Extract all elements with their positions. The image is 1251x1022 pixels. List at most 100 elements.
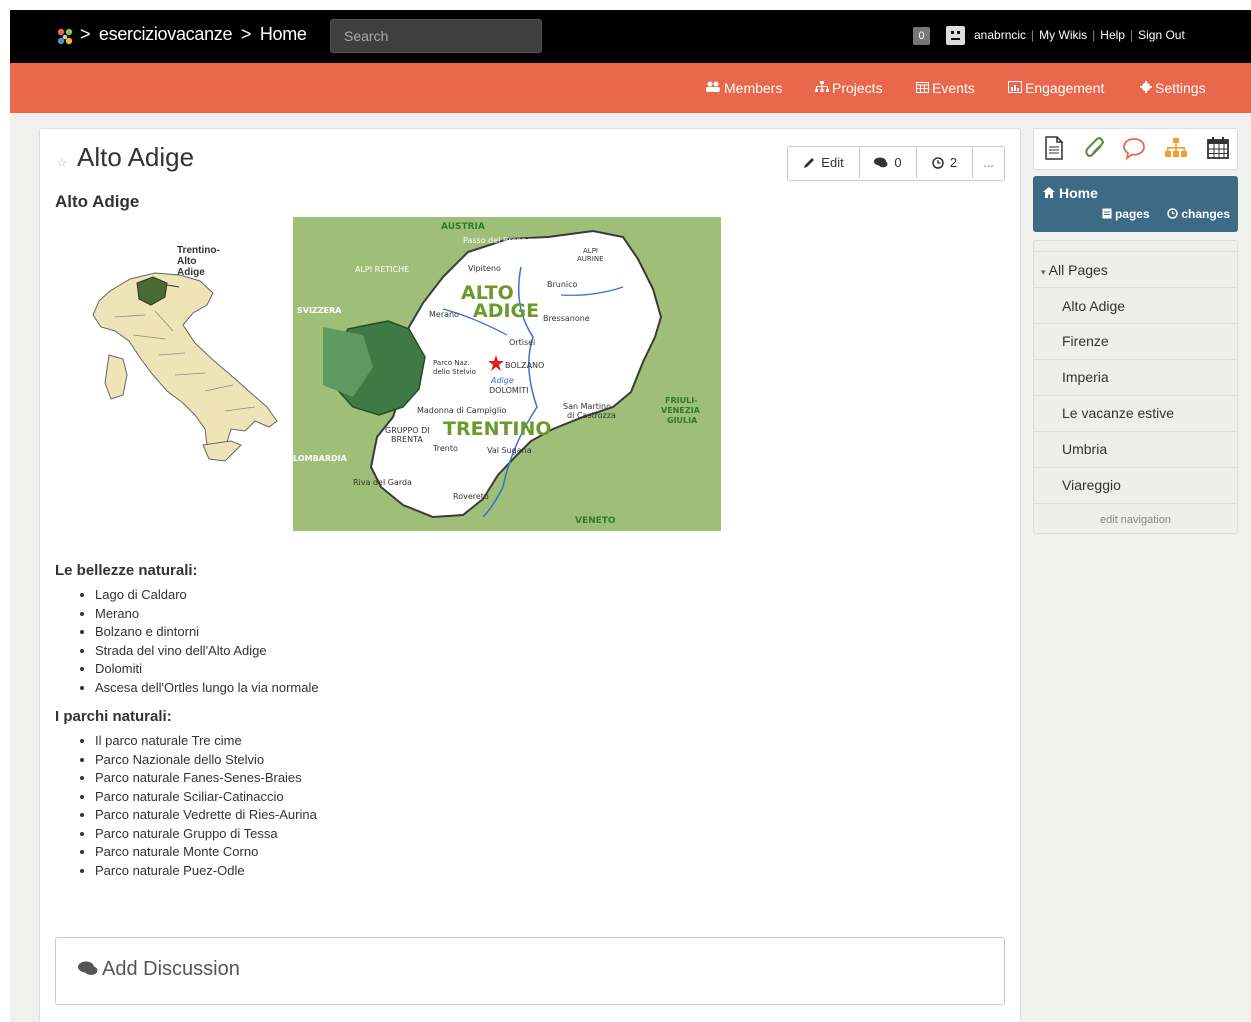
sidebar-item-firenze[interactable]: Firenze — [1034, 323, 1237, 359]
map-label: Passo del Brennero — [463, 236, 540, 245]
home-box: Home pages changes — [1033, 176, 1238, 232]
sitemap-icon — [815, 81, 829, 96]
add-discussion-text: Add Discussion — [102, 958, 240, 980]
all-pages-toggle[interactable]: ▾ All Pages — [1034, 251, 1237, 287]
sign-out-link[interactable]: Sign Out — [1138, 28, 1185, 42]
page-title: Alto Adige — [77, 142, 195, 172]
username-link[interactable]: anabrncic — [974, 28, 1026, 42]
calendar-icon[interactable] — [1206, 136, 1230, 160]
add-discussion-label: Add Discussion — [78, 958, 240, 981]
pencil-icon — [804, 157, 815, 168]
section-heading: I parchi naturali: — [55, 708, 172, 725]
star-icon[interactable]: ☆ — [56, 155, 68, 171]
more-label: ... — [983, 155, 994, 170]
nav-members[interactable]: Members — [705, 80, 782, 96]
edit-button-label: Edit — [821, 155, 844, 170]
nav-projects[interactable]: Projects — [815, 80, 883, 96]
map-label: SVIZZERA — [297, 306, 342, 315]
clock-icon — [932, 156, 944, 169]
calendar-icon — [916, 81, 929, 96]
list-item: Parco naturale Sciliar-Catinaccio — [95, 788, 317, 807]
chart-icon — [1008, 81, 1022, 96]
map-label: dello Stelvio — [433, 368, 476, 376]
list-item: Bolzano e dintorni — [95, 623, 319, 642]
comments-icon — [78, 961, 98, 975]
sidebar-item-imperia[interactable]: Imperia — [1034, 359, 1237, 395]
italy-map-label: Trentino-Alto Adige — [177, 245, 220, 278]
sidebar-item-le-vacanze-estive[interactable]: Le vacanze estive — [1034, 395, 1237, 431]
home-link[interactable]: Home — [1043, 185, 1098, 201]
page-content: ☆ Alto Adige Edit 0 2 ... Alto Adige Tre… — [39, 128, 1021, 1022]
user-links: anabrncic | My Wikis | Help | Sign Out — [974, 28, 1185, 42]
sidebar-item-alto-adige[interactable]: Alto Adige — [1034, 287, 1237, 323]
map-label: Val Sugana — [487, 446, 532, 455]
list-natural-beauties: Lago di Caldaro Merano Bolzano e dintorn… — [55, 586, 319, 697]
add-discussion-button[interactable]: Add Discussion — [55, 937, 1005, 1005]
map-label: ALPI — [583, 247, 598, 255]
map-label: Ortisei — [509, 338, 535, 347]
pinwheel-logo[interactable] — [54, 26, 76, 48]
caret-down-icon: ▾ — [1041, 267, 1046, 277]
notification-badge[interactable]: 0 — [913, 27, 930, 45]
history-count: 2 — [949, 155, 958, 170]
paperclip-icon[interactable] — [1084, 136, 1106, 160]
history-button[interactable]: 2 — [917, 147, 973, 178]
map-label: Riva del Garda — [353, 478, 412, 487]
map-label: Trento — [432, 444, 458, 453]
map-label: BRENTA — [391, 435, 423, 444]
edit-navigation-link[interactable]: edit navigation — [1034, 514, 1237, 526]
map-label: di Castrozza — [567, 411, 616, 420]
page-tools-toolbar — [1033, 128, 1238, 170]
sidebar-item-label: Imperia — [1062, 369, 1109, 385]
page-actions: Edit 0 2 ... — [787, 146, 1005, 181]
map-label: Bressanone — [543, 314, 590, 323]
section-heading: Le bellezze naturali: — [55, 562, 198, 579]
list-item: Dolomiti — [95, 660, 319, 679]
comments-button[interactable]: 0 — [860, 147, 917, 178]
nav-events-label: Events — [932, 80, 975, 96]
list-item: Strada del vino dell'Alto Adige — [95, 642, 319, 661]
separator: | — [1092, 28, 1096, 42]
map-label: GRUPPO DI — [385, 426, 430, 435]
avatar-eye-right — [957, 31, 960, 34]
breadcrumb-wiki-link[interactable]: eserciziovacanze — [99, 24, 233, 44]
all-pages-label: All Pages — [1048, 262, 1108, 278]
map-label: San Martino — [563, 402, 611, 411]
nav-settings[interactable]: Settings — [1140, 80, 1206, 96]
page-icon[interactable] — [1044, 136, 1064, 160]
breadcrumb-page-link[interactable]: Home — [260, 24, 307, 44]
list-item: Parco naturale Vedrette di Ries-Aurina — [95, 806, 317, 825]
nav-events[interactable]: Events — [916, 80, 975, 96]
pages-link[interactable]: pages — [1102, 207, 1153, 221]
changes-link[interactable]: changes — [1167, 207, 1230, 221]
nav-divider — [1034, 503, 1237, 504]
home-label: Home — [1059, 185, 1098, 201]
help-link[interactable]: Help — [1100, 28, 1125, 42]
sitemap-icon[interactable] — [1164, 136, 1188, 160]
map-label: VENETO — [575, 516, 616, 526]
search-input[interactable] — [330, 19, 542, 53]
edit-button[interactable]: Edit — [788, 147, 860, 178]
breadcrumb: > eserciziovacanze > Home — [80, 24, 311, 45]
sidebar-item-label: Le vacanze estive — [1062, 405, 1175, 421]
sidebar-item-umbria[interactable]: Umbria — [1034, 431, 1237, 467]
breadcrumb-separator: > — [80, 24, 91, 44]
sidebar-item-viareggio[interactable]: Viareggio — [1034, 467, 1237, 503]
more-button[interactable]: ... — [973, 147, 1004, 178]
list-item: Ascesa dell'Ortles lungo la via normale — [95, 679, 319, 698]
avatar-eye-left — [951, 31, 954, 34]
page-navigation: ▾ All Pages Alto Adige Firenze Imperia L… — [1033, 240, 1238, 534]
sidebar-item-label: Alto Adige — [1062, 298, 1126, 314]
top-bar: > eserciziovacanze > Home 0 anabrncic | My… — [10, 10, 1251, 63]
map-label: Parco Naz. — [433, 359, 470, 367]
map-label: AUSTRIA — [441, 222, 485, 232]
speech-bubble-icon[interactable] — [1122, 136, 1146, 160]
separator: | — [1031, 28, 1035, 42]
file-icon — [1102, 208, 1112, 219]
list-item: Parco naturale Gruppo di Tessa — [95, 825, 317, 844]
changes-link-label: changes — [1181, 207, 1230, 221]
nav-engagement[interactable]: Engagement — [1008, 80, 1104, 96]
list-natural-parks: Il parco naturale Tre cime Parco Naziona… — [55, 732, 317, 880]
my-wikis-link[interactable]: My Wikis — [1039, 28, 1087, 42]
avatar[interactable] — [946, 26, 965, 45]
